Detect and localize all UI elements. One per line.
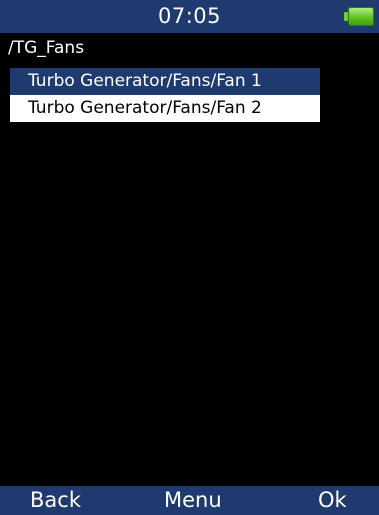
ok-button[interactable]: Ok (318, 486, 347, 515)
list-item-fan-1[interactable]: Turbo Generator/Fans/Fan 1 (10, 68, 320, 95)
breadcrumb: /TG_Fans (8, 38, 85, 58)
menu-button[interactable]: Menu (164, 486, 222, 515)
status-bar: 07:05 (0, 0, 379, 33)
clock: 07:05 (157, 4, 222, 28)
item-list: Turbo Generator/Fans/Fan 1 Turbo Generat… (10, 68, 320, 122)
device-screen: 07:05 /TG_Fans Turbo Generator/Fans/Fan … (0, 0, 379, 515)
back-button[interactable]: Back (30, 486, 81, 515)
battery-full-icon (348, 7, 374, 26)
list-item-fan-2[interactable]: Turbo Generator/Fans/Fan 2 (10, 95, 320, 122)
softkey-bar: Back Menu Ok (0, 486, 379, 515)
